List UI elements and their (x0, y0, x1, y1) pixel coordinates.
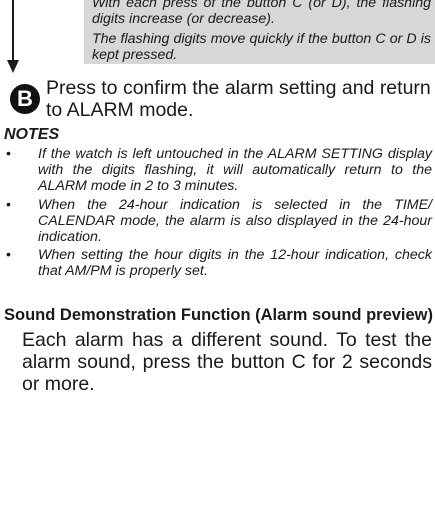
down-arrow-icon (7, 0, 19, 73)
note-item: • When setting the hour digits in the 12… (4, 247, 432, 279)
note-item: • If the watch is left untouched in the … (4, 146, 432, 195)
notes-heading: NOTES (4, 126, 60, 143)
note-item-text: When the 24-hour indication is selected … (38, 196, 432, 246)
bullet-icon: • (6, 196, 11, 213)
note-line-hold: The flashing digits move quickly if the … (92, 31, 431, 63)
step-b: B Press to confirm the alarm setting and… (10, 77, 433, 121)
button-b-badge: B (10, 84, 40, 114)
note-item: • When the 24-hour indication is selecte… (4, 197, 432, 246)
sound-demo-heading: Sound Demonstration Function (Alarm soun… (4, 306, 434, 324)
notes-list: • If the watch is left untouched in the … (4, 146, 432, 282)
bullet-icon: • (6, 146, 11, 162)
note-item-text: When setting the hour digits in the 12-h… (38, 247, 432, 280)
instruction-note-box: With each press of the button C (or D), … (84, 0, 435, 64)
note-item-text: If the watch is left untouched in the AL… (38, 146, 432, 195)
sound-demo-body: Each alarm has a different sound. To tes… (22, 329, 432, 395)
bullet-icon: • (6, 247, 11, 264)
note-line-press: With each press of the button C (or D), … (92, 0, 431, 27)
step-b-text: Press to confirm the alarm setting and r… (46, 77, 431, 121)
